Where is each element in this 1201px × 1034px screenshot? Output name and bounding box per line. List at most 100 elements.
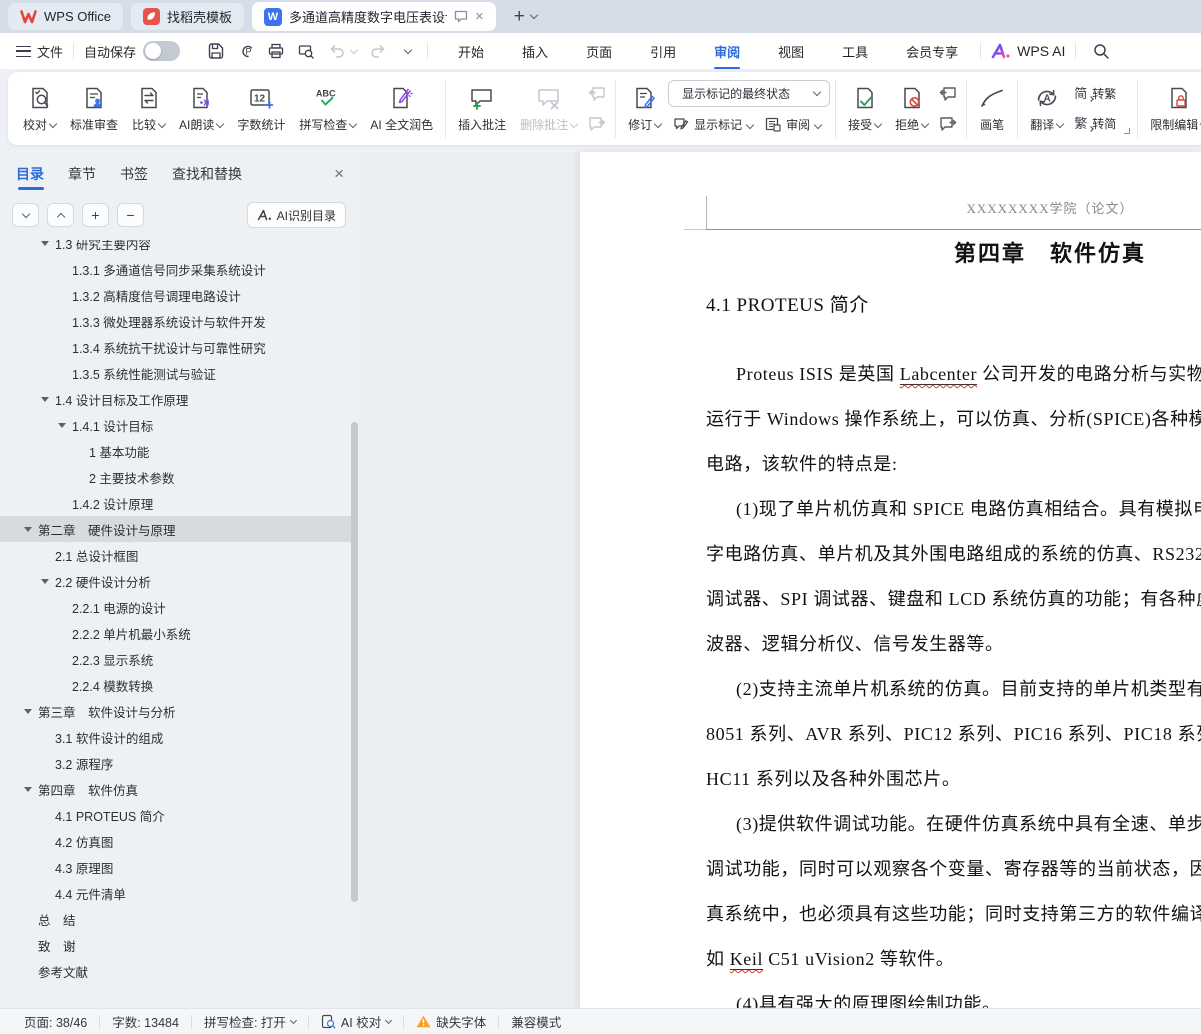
collapse-arrow-icon[interactable] [24,709,32,714]
toc-item[interactable]: 4.1 PROTEUS 简介 [0,802,352,828]
menu-item[interactable]: 会员专享 [904,34,960,69]
accept-change-button[interactable]: 接受 [841,76,888,142]
expand-all-button[interactable] [12,203,39,227]
save-icon[interactable] [203,38,229,64]
track-changes-button[interactable]: 修订 [621,76,668,142]
history-chevron-icon[interactable] [404,45,412,53]
ai-read-aloud-button[interactable]: AI朗读 [172,76,230,142]
toc-item[interactable]: 2.2.3 显示系统 [0,646,352,672]
toc-item[interactable]: 2.2 硬件设计分析 [0,568,352,594]
collapse-level-button[interactable]: − [117,203,144,227]
previous-change-icon[interactable] [935,82,961,106]
toc-item[interactable]: 4.2 仿真图 [0,828,352,854]
collapse-arrow-icon[interactable] [24,527,32,532]
sidebar-scrollbar-thumb[interactable] [351,422,358,902]
ink-brush-button[interactable]: 画笔 [972,76,1012,142]
export-pdf-icon[interactable]: P [233,38,259,64]
new-tab-button[interactable]: + [514,6,525,28]
toc-item[interactable]: 1.3.1 多通道信号同步采集系统设计 [0,256,352,282]
menu-item[interactable]: 视图 [776,34,806,69]
nav-pane-close-icon[interactable]: × [334,164,344,184]
toc-item[interactable]: 参考文献 [0,958,352,984]
toc-item[interactable]: 2 主要技术参数 [0,464,352,490]
expand-level-button[interactable]: + [82,203,109,227]
to-simplified-button[interactable]: 繁 转简 [1070,111,1120,136]
toc-item[interactable]: 1.4 设计目标及工作原理 [0,386,352,412]
toc-item[interactable]: 2.1 总设计框图 [0,542,352,568]
ai-proof-status[interactable]: AI 校对 [309,1012,403,1031]
collapse-arrow-icon[interactable] [58,423,66,428]
print-icon[interactable] [263,38,289,64]
toc-item[interactable]: 第四章 软件仿真 [0,776,352,802]
toc-item[interactable]: 1.4.2 设计原理 [0,490,352,516]
toc-item[interactable]: 1.3.5 系统性能测试与验证 [0,360,352,386]
proofread-button[interactable]: 校对 [16,76,63,142]
nav-pane-tab[interactable]: 查找和替换 [172,164,242,192]
toc-item[interactable]: 1.3.2 高精度信号调理电路设计 [0,282,352,308]
toc-item[interactable]: 第三章 软件设计与分析 [0,698,352,724]
toc-item[interactable]: 1.3.3 微处理器系统设计与软件开发 [0,308,352,334]
toc-item[interactable]: 总 结 [0,906,352,932]
standard-review-button[interactable]: 标准审查 [63,76,125,142]
word-count-indicator[interactable]: 字数: 13484 [100,1012,191,1031]
insert-comment-button[interactable]: 插入批注 [451,76,513,142]
undo-chevron-icon[interactable] [350,45,358,53]
tab-list-chevron-icon[interactable] [530,11,538,19]
menu-item[interactable]: 工具 [840,34,870,69]
tab-close-icon[interactable]: × [475,9,484,24]
toc-item[interactable]: 1.3.4 系统抗干扰设计与可靠性研究 [0,334,352,360]
toc-item[interactable]: 4.4 元件清单 [0,880,352,906]
search-icon[interactable] [1088,38,1114,64]
missing-font-warning[interactable]: 缺失字体 [404,1012,498,1031]
previous-comment-icon[interactable] [584,82,610,106]
ai-polish-button[interactable]: AI 全文润色 [363,76,440,142]
tab-document[interactable]: W 多通道高精度数字电压表设计 × [252,2,496,31]
collapse-arrow-icon[interactable] [41,579,49,584]
collapse-arrow-icon[interactable] [24,787,32,792]
tab-docer[interactable]: 找稻壳模板 [131,3,244,30]
next-comment-icon[interactable] [584,112,610,136]
group-expand-icon[interactable] [1124,128,1130,134]
nav-pane-tab[interactable]: 目录 [16,164,44,192]
toc-item[interactable]: 2.2.1 电源的设计 [0,594,352,620]
nav-pane-tab[interactable]: 书签 [120,164,148,192]
translate-button[interactable]: A 翻译 [1023,76,1070,142]
toc-item[interactable]: 1 基本功能 [0,438,352,464]
reject-change-button[interactable]: 拒绝 [888,76,935,142]
undo-icon[interactable] [323,38,349,64]
compare-button[interactable]: 比较 [125,76,172,142]
toc-item[interactable]: 3.1 软件设计的组成 [0,724,352,750]
page-indicator[interactable]: 页面: 38/46 [12,1012,99,1031]
wps-ai-button[interactable]: WPS AI [991,43,1065,59]
toc-item[interactable]: 3.2 源程序 [0,750,352,776]
ai-detect-toc-button[interactable]: AI识别目录 [247,202,346,228]
tab-comment-bubble-icon[interactable] [454,10,468,23]
tab-wps-home[interactable]: WPS Office [8,3,123,30]
nav-pane-tab[interactable]: 章节 [68,164,96,192]
restrict-editing-button[interactable]: 限制编辑 [1143,76,1201,142]
spellcheck-status[interactable]: 拼写检查: 打开 [192,1012,308,1031]
delete-comment-button[interactable]: 删除批注 [513,76,584,142]
menu-item[interactable]: 审阅 [712,34,742,69]
hamburger-icon[interactable] [16,46,31,57]
autosave-toggle[interactable] [143,41,180,61]
toc-item[interactable]: 致 谢 [0,932,352,958]
document-page[interactable]: XXXXXXXX学院（论文） 第四章 软件仿真 4.1 PROTEUS 简介 P… [580,152,1201,1008]
review-pane-button[interactable]: 审阅 [760,112,826,138]
doc-body[interactable]: Proteus ISIS 是英国 Labcenter 公司开发的电路分析与实物仿… [706,352,1201,1008]
print-preview-icon[interactable] [293,38,319,64]
show-markup-button[interactable]: 显示标记 [668,112,758,138]
toc-item[interactable]: 1.4.1 设计目标 [0,412,352,438]
spell-check-button[interactable]: ABC 拼写检查 [292,76,363,142]
collapse-arrow-icon[interactable] [41,241,49,246]
to-traditional-button[interactable]: 简 转繁 [1070,81,1120,106]
menu-item[interactable]: 引用 [648,34,678,69]
markup-state-select[interactable]: 显示标记的最终状态 [668,80,830,107]
menu-item[interactable]: 开始 [456,34,486,69]
menu-item[interactable]: 插入 [520,34,550,69]
file-menu[interactable]: 文件 [37,42,63,61]
redo-icon[interactable] [365,38,391,64]
next-change-icon[interactable] [935,112,961,136]
toc-item[interactable]: 2.2.2 单片机最小系统 [0,620,352,646]
menu-item[interactable]: 页面 [584,34,614,69]
